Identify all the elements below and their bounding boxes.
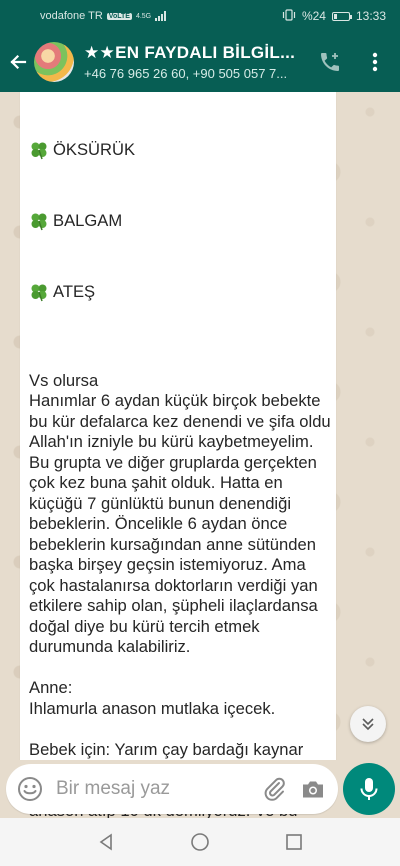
four-leaf-clover-icon: [31, 213, 47, 231]
status-bar: vodafone TR VoLTE 4.5G %24 13:33: [0, 0, 400, 32]
chat-subtitle: +46 76 965 26 60, +90 505 057 7...: [84, 66, 288, 81]
emoji-icon[interactable]: [16, 775, 44, 803]
battery-percent: %24: [301, 9, 326, 23]
voice-message-button[interactable]: [343, 763, 395, 815]
network-type: 4.5G: [135, 12, 152, 20]
vibrate-icon: [282, 8, 296, 24]
group-avatar[interactable]: [34, 42, 74, 82]
battery-icon: [331, 11, 352, 21]
add-call-button[interactable]: [312, 32, 348, 92]
back-arrow-icon: [10, 54, 27, 70]
back-button[interactable]: [2, 32, 34, 92]
camera-icon[interactable]: [300, 776, 326, 802]
paperclip-icon[interactable]: [262, 776, 288, 802]
carrier-info: vodafone TR VoLTE 4.5G: [40, 10, 167, 22]
system-nav-bar: [0, 818, 400, 866]
nav-back-icon[interactable]: [97, 833, 115, 851]
chat-title: ★★EN FAYDALI BİLGİL...: [84, 43, 296, 62]
message-text: ÖKSÜRÜK BALGAM ATEŞ Vs olursa Hanımlar 6…: [29, 94, 334, 866]
list-item-label: BALGAM: [53, 210, 123, 230]
more-options-button[interactable]: [360, 32, 390, 92]
add-call-icon: [321, 53, 339, 71]
clock: 13:33: [355, 9, 386, 23]
nav-recents-icon[interactable]: [285, 833, 303, 851]
carrier-name: vodafone TR: [40, 10, 103, 22]
list-item: ATEŞ: [29, 277, 334, 307]
more-vertical-icon: [372, 52, 378, 72]
list-item-label: ATEŞ: [53, 281, 96, 301]
nav-home-icon[interactable]: [190, 832, 210, 852]
volte-badge: VoLTE: [106, 12, 132, 20]
chat-header: ★★EN FAYDALI BİLGİL... +46 76 965 26 60,…: [0, 32, 400, 92]
mic-icon: [360, 778, 378, 800]
list-item: BALGAM: [29, 206, 334, 236]
chat-title-area[interactable]: ★★EN FAYDALI BİLGİL... +46 76 965 26 60,…: [84, 43, 304, 81]
message-input-bar: Bir mesaj yaz: [6, 764, 338, 814]
four-leaf-clover-icon: [31, 284, 47, 302]
four-leaf-clover-icon: [31, 142, 47, 160]
chevron-double-down-icon: [362, 718, 374, 731]
list-item-label: ÖKSÜRÜK: [53, 139, 136, 159]
scroll-down-button[interactable]: [350, 706, 386, 742]
message-input[interactable]: Bir mesaj yaz: [56, 778, 262, 800]
signal-icon: [155, 11, 167, 21]
list-item: ÖKSÜRÜK: [29, 135, 334, 165]
